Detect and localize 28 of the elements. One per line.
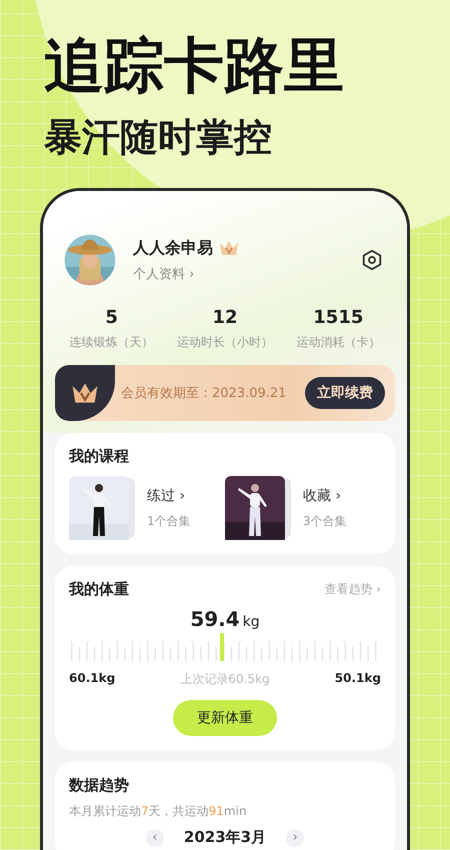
stat-value: 12 <box>212 307 238 328</box>
stat-label: 运动消耗（卡） <box>296 334 380 351</box>
last-record: 上次记录60.5kg <box>180 671 270 688</box>
section-title: 我的课程 <box>69 447 130 466</box>
settings-icon[interactable] <box>361 249 383 271</box>
headline: 追踪卡路里 <box>44 30 345 102</box>
scale-min-label: 60.1kg <box>69 671 116 687</box>
user-name: 人人余申易 <box>133 238 213 258</box>
stat-value: 1515 <box>313 307 364 328</box>
course-count: 3个合集 <box>303 512 347 530</box>
monthly-summary: 本月累计运动7天，共运动91min <box>69 803 248 820</box>
stat-label: 运动时长（小时） <box>176 334 273 351</box>
renew-button[interactable]: 立即续费 <box>305 377 385 409</box>
membership-expiry: 会员有效期至：2023.09.21 <box>121 385 288 402</box>
crown-icon <box>71 382 99 404</box>
weight-unit: kg <box>242 614 260 630</box>
stat-value: 5 <box>105 307 118 328</box>
subheadline: 暴汗随时掌控 <box>44 114 273 160</box>
weight-value: 59.4 <box>190 607 240 631</box>
section-title: 数据趋势 <box>69 776 130 795</box>
course-link[interactable]: 收藏 › <box>303 486 347 504</box>
course-link[interactable]: 练过 › <box>147 486 191 504</box>
month-label: 2023年3月 <box>184 828 266 847</box>
stat-label: 连续锻炼（天） <box>70 334 154 351</box>
scale-max-label: 50.1kg <box>334 671 381 687</box>
section-title: 我的体重 <box>69 580 129 599</box>
update-weight-button[interactable]: 更新体重 <box>173 700 277 736</box>
course-count: 1个合集 <box>147 512 191 530</box>
